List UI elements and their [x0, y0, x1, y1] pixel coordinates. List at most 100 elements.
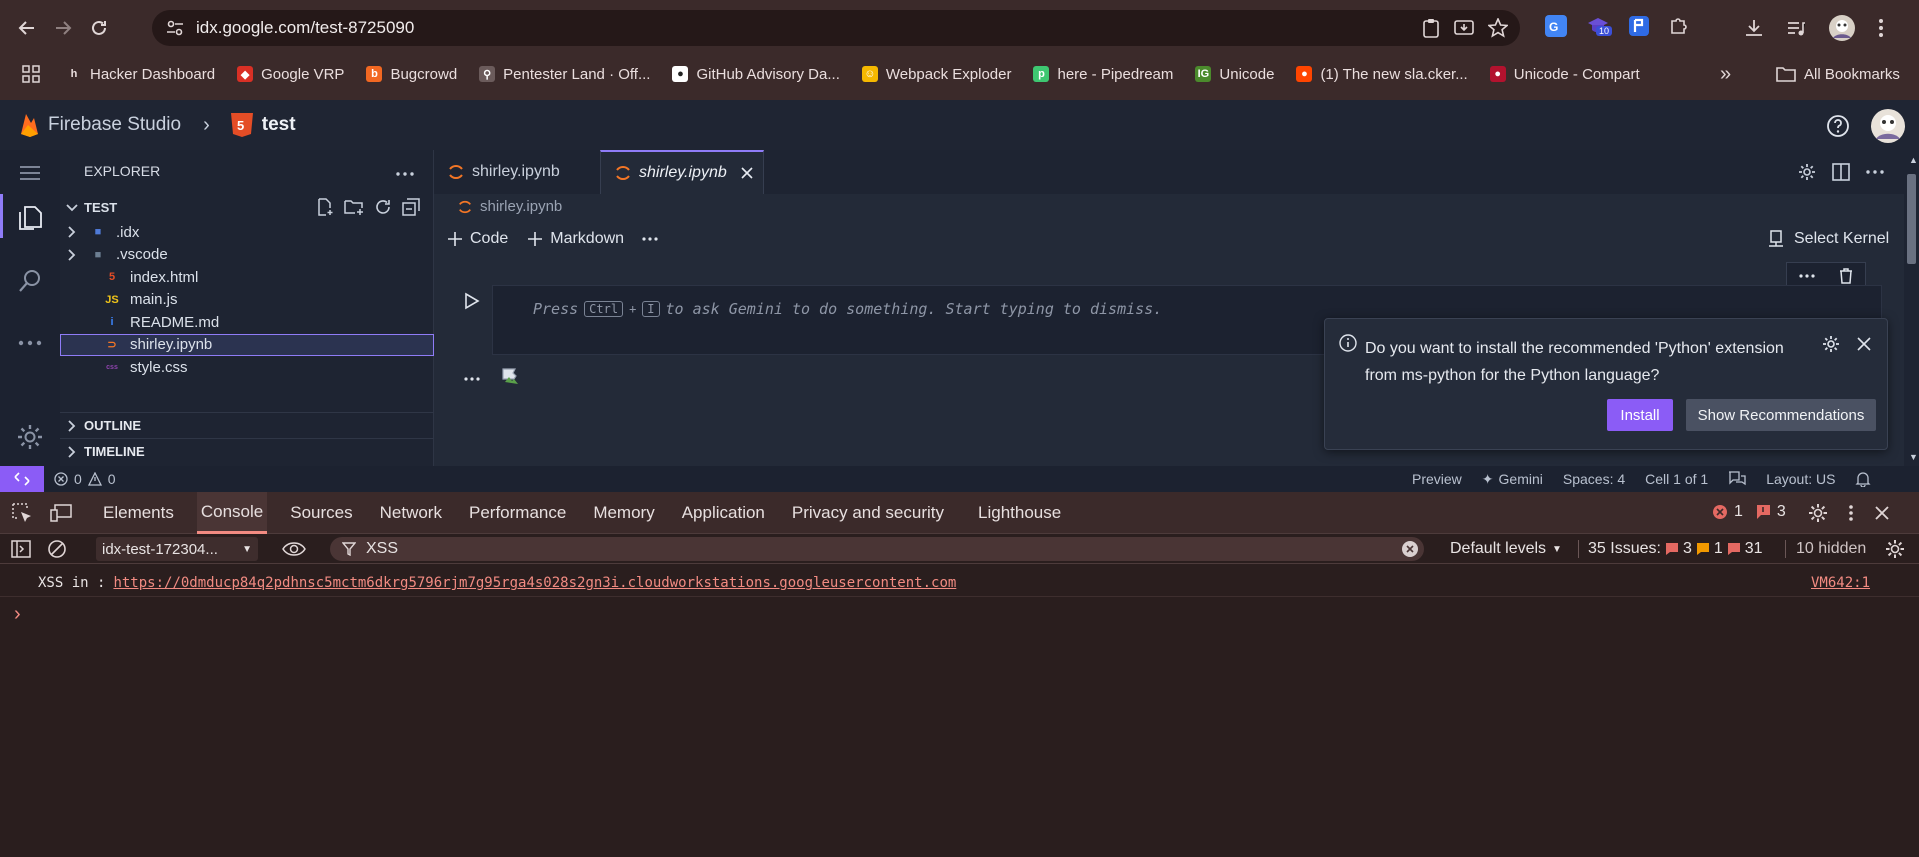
log-levels-select[interactable]: Default levels ▼ [1450, 534, 1562, 564]
settings-gear-icon[interactable] [15, 422, 45, 452]
console-filter-input[interactable]: XSS [330, 537, 1424, 561]
sidebar-toggle-icon[interactable] [11, 539, 31, 559]
new-file-icon[interactable] [316, 198, 334, 216]
editor-scrollbar[interactable]: ▲ ▼ [1904, 150, 1919, 466]
issue-badge-icon[interactable] [1755, 504, 1771, 520]
file-tree-item[interactable]: ■ .vscode [60, 244, 434, 266]
more-views-icon[interactable] [18, 340, 42, 346]
translate-extension-icon[interactable]: G [1544, 14, 1568, 38]
bookmark-star-icon[interactable] [1488, 18, 1508, 38]
scroll-down-icon[interactable]: ▼ [1909, 452, 1918, 462]
run-cell-icon[interactable] [464, 292, 480, 310]
editor-more-icon[interactable] [1866, 170, 1884, 174]
profile-avatar[interactable] [1828, 14, 1856, 42]
file-tree-item[interactable]: ■ .idx [60, 221, 434, 243]
devtools-tab[interactable]: Application [682, 492, 765, 534]
console-prompt[interactable]: › [14, 603, 21, 626]
explorer-more-icon[interactable] [396, 172, 414, 176]
status-layout[interactable]: Layout: US [1766, 471, 1835, 487]
select-kernel-button[interactable]: Select Kernel [1768, 226, 1889, 252]
status-spaces[interactable]: Spaces: 4 [1563, 471, 1625, 487]
inspect-element-icon[interactable] [12, 503, 32, 523]
tab-shirley-inactive[interactable]: shirley.ipynb [434, 150, 600, 194]
notification-settings-icon[interactable] [1822, 335, 1840, 353]
download-icon[interactable] [1744, 18, 1764, 38]
forward-button[interactable] [48, 13, 78, 43]
log-link[interactable]: https://0dmducp84q2pdhnsc5mctm6dkrg5796r… [113, 575, 956, 591]
devtools-settings-icon[interactable] [1808, 503, 1828, 523]
hat-extension-icon[interactable]: 10 [1586, 14, 1613, 38]
file-tree-item[interactable]: css style.css [60, 356, 434, 378]
devtools-close-icon[interactable] [1874, 505, 1890, 521]
devtools-tab[interactable]: Console [196, 492, 268, 534]
cell-more-icon[interactable] [1799, 274, 1815, 278]
devtools-tab[interactable]: Elements [103, 492, 174, 534]
file-tree-item[interactable]: JS main.js [60, 289, 434, 311]
bookmark-item[interactable]: h Hacker Dashboard [66, 60, 215, 88]
issues-button[interactable]: 35 Issues: 3 1 31 [1588, 534, 1763, 564]
clear-filter-icon[interactable] [1401, 540, 1419, 558]
bookmarks-overflow-button[interactable]: » [1720, 60, 1731, 88]
bookmark-item[interactable]: ☺ Webpack Exploder [861, 60, 1011, 88]
remote-indicator[interactable] [0, 466, 44, 492]
clear-console-icon[interactable] [47, 539, 67, 559]
show-recommendations-button[interactable]: Show Recommendations [1686, 399, 1876, 431]
all-bookmarks-button[interactable]: All Bookmarks [1776, 60, 1900, 88]
scroll-thumb[interactable] [1907, 174, 1916, 264]
bookmark-item[interactable]: ⚲ Pentester Land · Off... [479, 60, 650, 88]
delete-cell-icon[interactable] [1839, 268, 1853, 284]
file-tree-item[interactable]: 5 index.html [60, 266, 434, 288]
file-tree-item[interactable]: i README.md [60, 311, 434, 333]
add-markdown-cell-button[interactable]: Markdown [528, 230, 624, 248]
console-settings-icon[interactable] [1885, 539, 1905, 559]
file-tree-item[interactable]: ⊃ shirley.ipynb [60, 333, 434, 356]
new-folder-icon[interactable] [344, 198, 364, 216]
notifications-bell-icon[interactable] [1855, 471, 1872, 487]
status-gemini[interactable]: ✦ Gemini [1482, 471, 1543, 488]
problems-indicator[interactable]: 0 0 [54, 466, 116, 492]
bookmark-item[interactable]: ◆ Google VRP [237, 60, 344, 88]
apps-grid-icon[interactable] [22, 65, 40, 83]
bookmark-item[interactable]: b Bugcrowd [366, 60, 457, 88]
status-preview[interactable]: Preview [1412, 471, 1462, 487]
add-code-cell-button[interactable]: Code [448, 230, 508, 248]
bookmark-item[interactable]: p here - Pipedream [1033, 60, 1173, 88]
devtools-tab[interactable]: Memory [593, 492, 654, 534]
bookmark-item[interactable]: ● Unicode - Compart [1489, 60, 1640, 88]
bookmark-item[interactable]: ● (1) The new sla.cker... [1296, 60, 1468, 88]
log-source-link[interactable]: VM642:1 [1811, 575, 1870, 591]
explorer-files-icon[interactable] [16, 204, 44, 232]
address-bar[interactable]: idx.google.com/test-8725090 [152, 10, 1520, 46]
devtools-tab[interactable]: Sources [290, 492, 352, 534]
devtools-tab[interactable]: Network [380, 492, 442, 534]
shield-extension-icon[interactable] [1628, 15, 1650, 37]
media-playlist-icon[interactable] [1786, 18, 1806, 38]
refresh-icon[interactable] [374, 198, 392, 216]
install-button[interactable]: Install [1607, 399, 1673, 431]
help-icon[interactable] [1826, 114, 1850, 138]
reload-button[interactable] [84, 13, 114, 43]
output-more-icon[interactable] [464, 377, 480, 381]
install-app-icon[interactable] [1454, 18, 1474, 38]
hidden-count[interactable]: 10 hidden [1796, 540, 1866, 558]
devtools-tab[interactable]: Privacy and security [792, 492, 944, 534]
split-editor-icon[interactable] [1832, 163, 1850, 181]
clipboard-icon[interactable] [1422, 18, 1440, 38]
section-timeline[interactable]: TIMELINE [60, 438, 434, 464]
chrome-menu-icon[interactable] [1878, 18, 1884, 38]
live-expression-eye-icon[interactable] [282, 540, 306, 558]
devtools-more-icon[interactable] [1848, 504, 1854, 522]
scroll-up-icon[interactable]: ▲ [1909, 155, 1918, 165]
hamburger-menu-icon[interactable] [19, 165, 41, 181]
user-avatar[interactable] [1870, 108, 1906, 144]
devtools-tab[interactable]: Performance [469, 492, 566, 534]
url-text[interactable]: idx.google.com/test-8725090 [196, 10, 414, 46]
back-button[interactable] [12, 13, 42, 43]
close-notification-icon[interactable] [1857, 337, 1871, 351]
context-select[interactable]: idx-test-172304... ▼ [96, 537, 258, 561]
bookmark-item[interactable]: ● GitHub Advisory Da... [672, 60, 840, 88]
search-icon[interactable] [17, 268, 43, 294]
tab-shirley-active[interactable]: shirley.ipynb [600, 150, 764, 194]
feedback-icon[interactable] [1728, 471, 1746, 487]
collapse-all-icon[interactable] [402, 198, 420, 216]
